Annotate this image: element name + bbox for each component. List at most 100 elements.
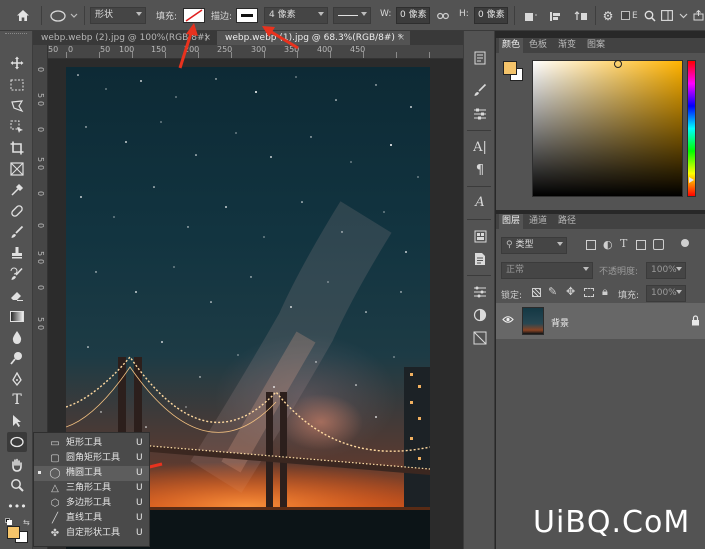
tab-swatches[interactable]: 色板: [529, 38, 547, 53]
foreground-color-swatch[interactable]: [7, 526, 20, 539]
fill-swatch-button[interactable]: [183, 8, 205, 23]
glyphs-panel-icon[interactable]: A: [471, 193, 489, 211]
stroke-swatch-button[interactable]: [236, 8, 258, 23]
healing-brush-icon[interactable]: [7, 201, 27, 221]
tool-preset-picker[interactable]: [49, 0, 83, 31]
chevron-down-icon[interactable]: [676, 0, 690, 31]
dodge-tool-icon[interactable]: [7, 348, 27, 368]
tab-channels[interactable]: 通道: [529, 214, 547, 229]
workspace-icon[interactable]: [660, 0, 674, 31]
layer-name[interactable]: 背景: [551, 316, 569, 329]
character-panel-icon[interactable]: A|: [471, 138, 489, 156]
history-panel-icon[interactable]: [471, 49, 489, 67]
filter-pixel-icon[interactable]: [586, 240, 596, 250]
gradient-tool-icon[interactable]: [7, 306, 27, 326]
path-operations-icon[interactable]: [520, 0, 542, 31]
tab-document-1[interactable]: webp.webp (1).jpg @ 68.3%(RGB/8#) * ×: [217, 31, 410, 45]
foreground-color-swatch[interactable]: [503, 61, 517, 75]
flyout-item-triangle[interactable]: △ 三角形工具 U: [34, 481, 149, 496]
blend-mode-select[interactable]: 正常: [501, 262, 593, 279]
height-input[interactable]: 0 像素: [474, 7, 508, 24]
zoom-tool-icon[interactable]: [7, 475, 27, 495]
layer-row[interactable]: 背景: [496, 303, 705, 339]
path-alignment-icon[interactable]: [545, 0, 565, 31]
lock-position-icon[interactable]: ✥: [566, 285, 575, 298]
type-tool-icon[interactable]: T: [7, 390, 27, 410]
tab-layers[interactable]: 图层: [499, 214, 524, 229]
lock-pixels-icon[interactable]: ✎: [548, 285, 557, 298]
frame-tool-icon[interactable]: [7, 159, 27, 179]
mode-select[interactable]: 形状: [90, 7, 146, 24]
move-tool-icon[interactable]: [7, 53, 27, 73]
fill-input[interactable]: 100%: [646, 285, 686, 302]
search-icon[interactable]: [643, 0, 657, 31]
crop-tool-icon[interactable]: [7, 138, 27, 158]
width-input[interactable]: 0 像素: [396, 7, 430, 24]
opacity-input[interactable]: 100%: [646, 262, 686, 279]
libraries-panel-icon[interactable]: [471, 227, 489, 245]
lasso-tool-icon[interactable]: [7, 96, 27, 116]
filter-type-icon[interactable]: T: [620, 237, 627, 250]
eye-icon[interactable]: [502, 315, 514, 327]
flyout-item-rounded-rectangle[interactable]: ▢ 圆角矩形工具 U: [34, 451, 149, 466]
layer-filter-select[interactable]: ⚲ 类型: [501, 237, 567, 254]
brush-tool-icon[interactable]: [7, 222, 27, 242]
hand-tool-icon[interactable]: [7, 455, 27, 475]
color-swatches[interactable]: ⇆: [4, 517, 30, 545]
align-edges-checkbox[interactable]: [621, 11, 630, 20]
filter-shape-icon[interactable]: [636, 240, 646, 250]
flyout-item-polygon[interactable]: ⬡ 多边形工具 U: [34, 496, 149, 511]
ellipse-tool-icon[interactable]: [7, 432, 27, 452]
more-tools-icon[interactable]: •••: [7, 496, 27, 516]
path-arrangement-icon[interactable]: [570, 0, 592, 31]
lock-all-icon[interactable]: 🔒︎: [602, 285, 608, 299]
share-icon[interactable]: [692, 0, 704, 31]
eraser-icon[interactable]: [7, 285, 27, 305]
paragraph-panel-icon[interactable]: ¶: [471, 161, 489, 179]
tab-gradients[interactable]: 渐变: [558, 38, 576, 53]
lock-transparent-icon[interactable]: [532, 288, 541, 297]
eyedropper-icon[interactable]: [7, 180, 27, 200]
flyout-item-line[interactable]: ╱ 直线工具 U: [34, 511, 149, 526]
flyout-item-ellipse[interactable]: ◯ 椭圆工具 U: [34, 466, 149, 481]
swap-colors-icon[interactable]: ⇆: [23, 518, 30, 527]
pen-tool-icon[interactable]: [7, 369, 27, 389]
adjust-circle-icon[interactable]: [471, 306, 489, 324]
tab-document-2[interactable]: webp.webp (2).jpg @ 100%(RGB/8#) ×: [33, 31, 216, 45]
close-icon[interactable]: ×: [203, 31, 211, 45]
flyout-item-custom-shape[interactable]: ✤ 自定形状工具 U: [34, 526, 149, 541]
close-icon[interactable]: ×: [397, 31, 405, 45]
toolbar-grip[interactable]: [5, 33, 27, 36]
link-icon[interactable]: [437, 0, 451, 31]
stroke-width-field[interactable]: 4 像素: [264, 7, 328, 24]
brush-panel-icon[interactable]: [471, 81, 489, 99]
object-selection-icon[interactable]: [7, 117, 27, 137]
info-panel-icon[interactable]: [471, 250, 489, 268]
horizontal-ruler[interactable]: 50 0 50 100 150 200 250 300 350 400 450: [48, 45, 463, 59]
tab-color[interactable]: 颜色: [499, 38, 524, 53]
channels-panel-icon[interactable]: [471, 329, 489, 347]
marquee-tool-icon[interactable]: [7, 75, 27, 95]
flyout-item-shortcut: U: [136, 468, 143, 478]
home-icon[interactable]: [13, 0, 33, 31]
filter-toggle-icon[interactable]: [681, 239, 689, 247]
clone-stamp-icon[interactable]: [7, 243, 27, 263]
history-brush-icon[interactable]: [7, 264, 27, 284]
blur-tool-icon[interactable]: [7, 327, 27, 347]
properties-panel-icon[interactable]: [471, 283, 489, 301]
path-selection-icon[interactable]: [7, 411, 27, 431]
color-picker-cursor[interactable]: [614, 60, 622, 68]
tab-paths[interactable]: 路径: [558, 214, 576, 229]
lock-artboard-icon[interactable]: [584, 288, 594, 297]
filter-smart-object-icon[interactable]: [653, 239, 664, 250]
stroke-type-select[interactable]: [333, 7, 371, 24]
adjustments-panel-icon[interactable]: [471, 105, 489, 123]
filter-adjustment-icon[interactable]: ◐: [603, 238, 613, 251]
tab-patterns[interactable]: 图案: [587, 38, 605, 53]
fill-label: 填充:: [618, 291, 640, 301]
flyout-item-rectangle[interactable]: ▭ 矩形工具 U: [34, 436, 149, 451]
hue-slider-handle[interactable]: [689, 177, 694, 183]
gear-icon[interactable]: ⚙: [600, 0, 616, 31]
color-field[interactable]: [532, 60, 683, 197]
lock-icon[interactable]: [691, 315, 700, 329]
